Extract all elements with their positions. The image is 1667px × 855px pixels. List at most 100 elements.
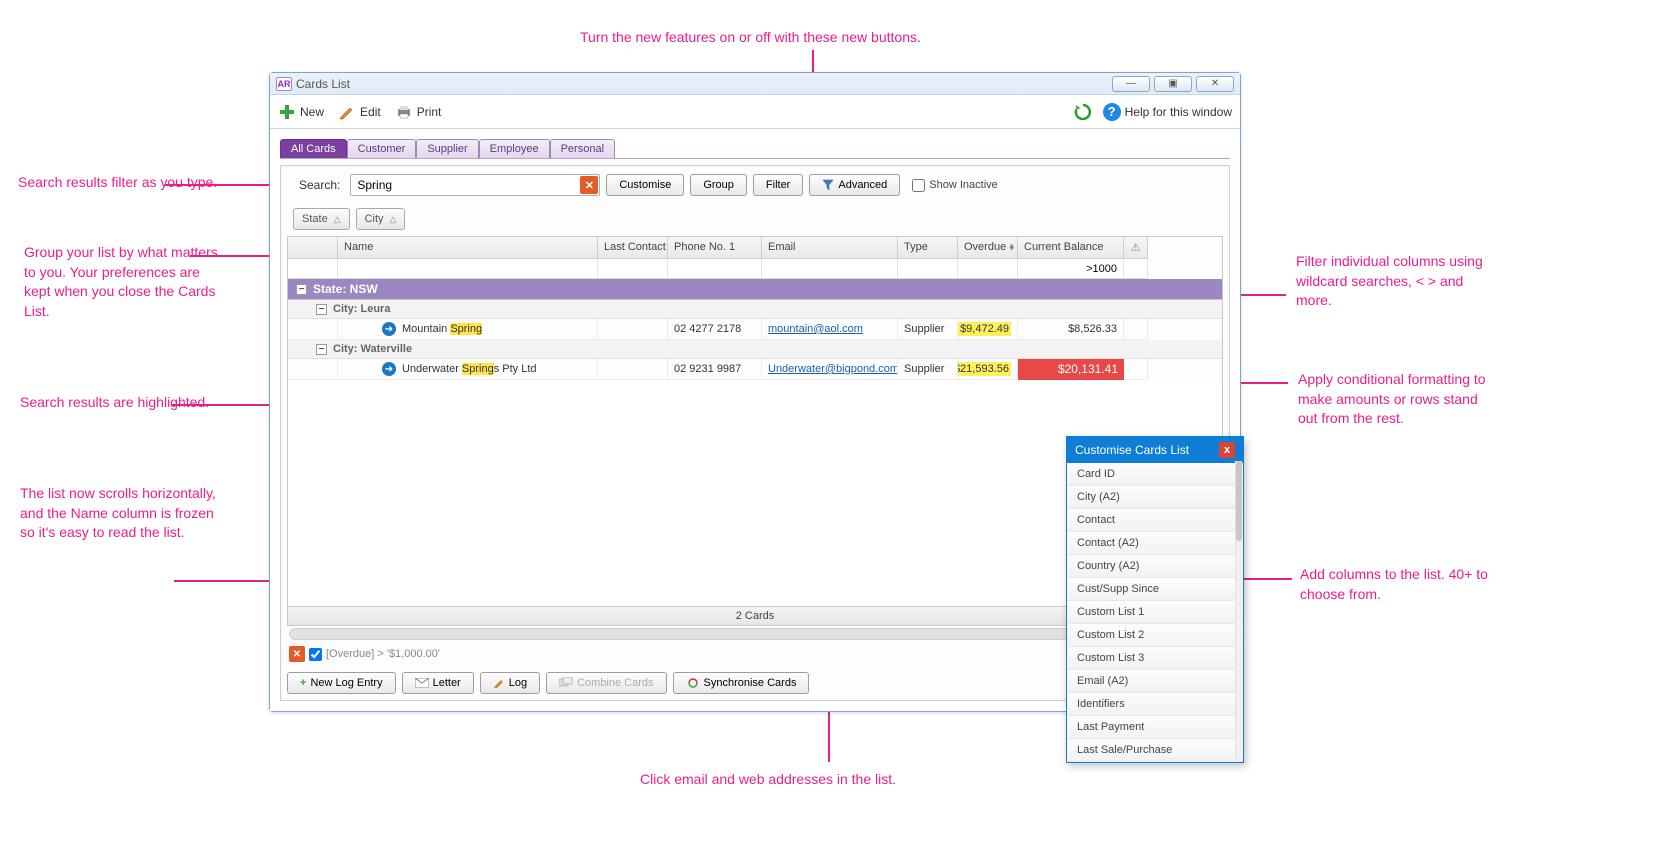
letter-button[interactable]: Letter — [402, 672, 474, 694]
advanced-label: Advanced — [838, 179, 887, 191]
maximize-button[interactable]: ▣ — [1154, 76, 1192, 92]
popup-title-text: Customise Cards List — [1075, 443, 1189, 457]
edit-label: Edit — [360, 105, 381, 119]
open-card-icon[interactable]: ➜ — [382, 322, 396, 336]
minimize-button[interactable]: — — [1112, 76, 1150, 92]
group-city-waterville[interactable]: − City: Waterville — [288, 340, 1222, 359]
cell-type: Supplier — [898, 319, 958, 340]
col-type[interactable]: Type — [898, 237, 958, 259]
list-item[interactable]: Email (A2) — [1067, 670, 1243, 693]
customise-button[interactable]: Customise — [606, 174, 684, 196]
cell-overdue: $21,593.56 — [958, 359, 1018, 380]
filter-summary-text: [Overdue] > '$1,000.00' — [326, 648, 440, 660]
plus-icon — [278, 103, 296, 121]
list-item[interactable]: Country (A2) — [1067, 555, 1243, 578]
list-item[interactable]: City (A2) — [1067, 486, 1243, 509]
print-button[interactable]: Print — [395, 103, 442, 121]
col-overdue[interactable]: Overdue ⬧ — [958, 237, 1018, 259]
group-button[interactable]: Group — [690, 174, 747, 196]
new-log-entry-button[interactable]: + New Log Entry — [287, 672, 396, 694]
filter-button[interactable]: Filter — [753, 174, 803, 196]
list-item[interactable]: Last Sale/Purchase — [1067, 739, 1243, 762]
help-link[interactable]: ? Help for this window — [1103, 103, 1232, 121]
cell-name: ➜ Mountain Spring — [338, 319, 598, 340]
new-label: New — [300, 105, 324, 119]
email-link[interactable]: Underwater@bigpond.com.au — [768, 363, 898, 375]
collapse-icon[interactable]: − — [296, 284, 307, 295]
grid-header: Name Last Contact Phone No. 1 Email Type… — [288, 237, 1222, 259]
group-city1-label: City: Leura — [333, 303, 390, 315]
col-last-contact[interactable]: Last Contact — [598, 237, 668, 259]
cell-email: mountain@aol.com — [762, 319, 898, 340]
annotation-email: Click email and web addresses in the lis… — [640, 770, 896, 790]
cell-last-contact — [598, 319, 668, 340]
cell-alert — [1124, 359, 1148, 380]
new-button[interactable]: New — [278, 103, 324, 121]
annotation-condfmt: Apply conditional formatting to make amo… — [1298, 370, 1498, 429]
show-inactive-input[interactable] — [912, 179, 925, 192]
cell-type: Supplier — [898, 359, 958, 380]
col-name[interactable]: Name — [338, 237, 598, 259]
group-chip-city[interactable]: City △ — [356, 208, 406, 230]
cell-current-balance: $8,526.33 — [1018, 319, 1124, 340]
col-alert[interactable]: ⚠ — [1124, 237, 1148, 259]
annotation-highlight: Search results are highlighted. — [20, 393, 209, 413]
combine-cards-button[interactable]: Combine Cards — [546, 672, 666, 694]
filter-enabled-checkbox[interactable] — [309, 648, 322, 661]
sort-asc-icon: △ — [390, 214, 397, 225]
col-handle[interactable] — [288, 237, 338, 259]
col-email[interactable]: Email — [762, 237, 898, 259]
popup-column-list: Card ID City (A2) Contact Contact (A2) C… — [1067, 463, 1243, 762]
table-row[interactable]: ➜ Mountain Spring 02 4277 2178 mountain@… — [288, 319, 1222, 340]
customise-cards-popup[interactable]: Customise Cards List x Card ID City (A2)… — [1066, 436, 1244, 763]
clear-search-button[interactable]: ✕ — [580, 176, 598, 194]
tab-customer[interactable]: Customer — [347, 139, 417, 158]
sync-icon — [686, 677, 700, 689]
pencil-icon — [338, 103, 356, 121]
plus-icon: + — [300, 677, 306, 689]
tab-employee[interactable]: Employee — [479, 139, 550, 158]
close-window-button[interactable]: ✕ — [1196, 76, 1234, 92]
printer-icon — [395, 103, 413, 121]
list-item[interactable]: Cust/Supp Since — [1067, 578, 1243, 601]
sort-asc-icon: △ — [334, 214, 341, 225]
window-title: Cards List — [296, 77, 350, 91]
list-item[interactable]: Custom List 3 — [1067, 647, 1243, 670]
edit-button[interactable]: Edit — [338, 103, 381, 121]
list-item[interactable]: Card ID — [1067, 463, 1243, 486]
list-item[interactable]: Custom List 2 — [1067, 624, 1243, 647]
table-row[interactable]: ➜ Underwater Springs Pty Ltd 02 9231 998… — [288, 359, 1222, 380]
refresh-button[interactable] — [1073, 102, 1093, 122]
list-item[interactable]: Contact (A2) — [1067, 532, 1243, 555]
search-box: ✕ — [350, 174, 600, 196]
tab-personal[interactable]: Personal — [550, 139, 615, 158]
collapse-icon[interactable]: − — [316, 344, 327, 355]
search-input[interactable] — [350, 174, 600, 196]
filter-current-balance-input[interactable] — [1022, 261, 1119, 277]
collapse-icon[interactable]: − — [316, 304, 327, 315]
advanced-button[interactable]: Advanced — [809, 174, 900, 196]
list-item[interactable]: Custom List 1 — [1067, 601, 1243, 624]
popup-scrollbar[interactable] — [1235, 461, 1242, 760]
col-current-balance[interactable]: Current Balance — [1018, 237, 1124, 259]
popup-close-button[interactable]: x — [1219, 442, 1235, 458]
search-label: Search: — [289, 178, 344, 192]
col-phone1[interactable]: Phone No. 1 — [668, 237, 762, 259]
tab-supplier[interactable]: Supplier — [416, 139, 478, 158]
group-state-nsw[interactable]: − State: NSW — [288, 279, 1222, 300]
cell-current-balance: $20,131.41 — [1018, 359, 1124, 380]
tab-all-cards[interactable]: All Cards — [280, 139, 347, 158]
email-link[interactable]: mountain@aol.com — [768, 323, 863, 335]
synchronise-cards-button[interactable]: Synchronise Cards — [673, 672, 810, 694]
main-toolbar: New Edit Print ? Help for this window — [270, 95, 1240, 129]
open-card-icon[interactable]: ➜ — [382, 362, 396, 376]
list-item[interactable]: Contact — [1067, 509, 1243, 532]
clear-filter-button[interactable]: ✕ — [289, 646, 305, 662]
list-item[interactable]: Last Payment — [1067, 716, 1243, 739]
log-button[interactable]: Log — [480, 672, 540, 694]
group-city-leura[interactable]: − City: Leura — [288, 300, 1222, 319]
show-inactive-checkbox[interactable]: Show Inactive — [912, 179, 997, 192]
group-chip-state[interactable]: State △ — [293, 208, 350, 230]
list-item[interactable]: Identifiers — [1067, 693, 1243, 716]
group-state-label: State: NSW — [313, 282, 378, 296]
